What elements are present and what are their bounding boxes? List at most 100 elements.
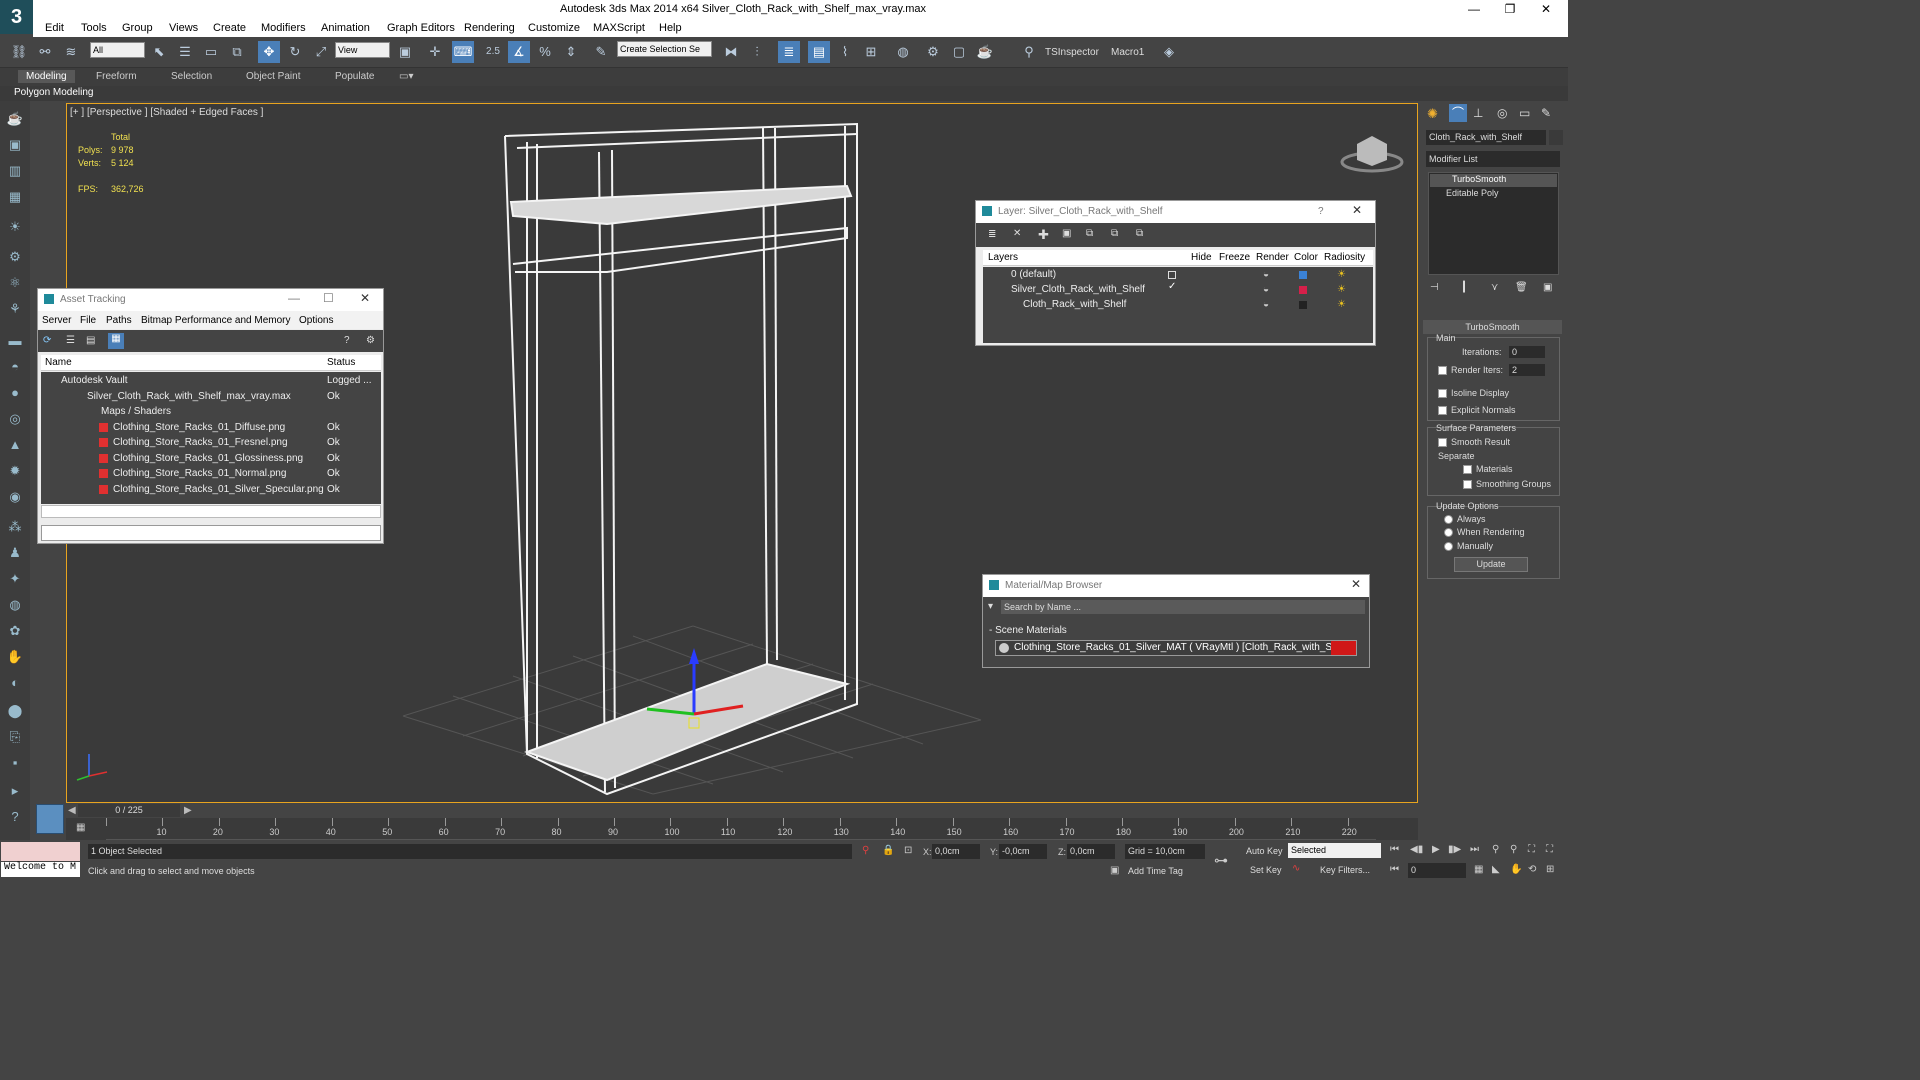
menu-rendering[interactable]: Rendering bbox=[464, 22, 515, 34]
options-dropdown-icon[interactable]: ▾ bbox=[988, 601, 993, 612]
menu-edit[interactable]: Edit bbox=[45, 22, 64, 34]
fov-icon[interactable]: ◣ bbox=[1492, 864, 1500, 875]
script-icon[interactable]: ⎘ bbox=[5, 727, 25, 747]
asset-row[interactable]: Clothing_Store_Racks_01_Diffuse.png bbox=[113, 422, 285, 433]
macro-label[interactable]: Macro1 bbox=[1111, 47, 1144, 58]
stack-item-editable-poly[interactable]: Editable Poly bbox=[1430, 188, 1557, 201]
track-bar-icon[interactable]: ▦ bbox=[76, 822, 85, 833]
explicit-normals-checkbox[interactable] bbox=[1438, 406, 1447, 415]
when-rendering-radio[interactable] bbox=[1444, 528, 1453, 537]
key-mode-toggle-icon[interactable]: ⏮ bbox=[1390, 864, 1399, 875]
key-mode-icon[interactable]: ∿ bbox=[1292, 863, 1300, 874]
render-setup-icon[interactable]: ⚙ bbox=[922, 41, 944, 63]
column-freeze[interactable]: Freeze bbox=[1219, 252, 1250, 263]
cylinder-icon[interactable]: ▥ bbox=[5, 161, 25, 181]
new-layer-icon[interactable]: ≣ bbox=[988, 229, 996, 240]
tab-selection[interactable]: Selection bbox=[171, 71, 212, 82]
close-icon[interactable]: ✕ bbox=[360, 291, 370, 305]
next-frame-icon[interactable]: ▮▶ bbox=[1448, 844, 1461, 855]
object-color-swatch[interactable] bbox=[1549, 130, 1563, 145]
zoom-all-icon[interactable]: ⚲ bbox=[1510, 844, 1517, 855]
column-name[interactable]: Name bbox=[45, 357, 72, 368]
minimize-icon[interactable]: — bbox=[288, 291, 300, 305]
plane-icon[interactable]: ▬ bbox=[5, 331, 25, 351]
zoom-icon[interactable]: ⚲ bbox=[1492, 844, 1499, 855]
close-icon[interactable]: ✕ bbox=[1352, 203, 1362, 217]
menu-group[interactable]: Group bbox=[122, 22, 153, 34]
menu-animation[interactable]: Animation bbox=[321, 22, 370, 34]
render-frame-icon[interactable]: ▢ bbox=[948, 41, 970, 63]
asset-menu-options[interactable]: Options bbox=[299, 315, 333, 326]
column-status[interactable]: Status bbox=[327, 357, 355, 368]
current-frame-field[interactable]: 0 bbox=[1408, 863, 1466, 878]
zoom-extents-icon[interactable]: ⛶ bbox=[1528, 844, 1535, 855]
ref-coord-dropdown[interactable]: View bbox=[335, 42, 390, 58]
menu-customize[interactable]: Customize bbox=[528, 22, 580, 34]
set-key-icon[interactable]: ⊶ bbox=[1214, 852, 1228, 869]
column-color[interactable]: Color bbox=[1294, 252, 1318, 263]
materials-checkbox[interactable] bbox=[1463, 465, 1472, 474]
asset-row[interactable]: Silver_Cloth_Rack_with_Shelf_max_vray.ma… bbox=[87, 391, 291, 402]
asset-row[interactable]: Clothing_Store_Racks_01_Silver_Specular.… bbox=[113, 484, 324, 495]
menu-views[interactable]: Views bbox=[169, 22, 198, 34]
absolute-mode-icon[interactable]: ⊡ bbox=[904, 845, 912, 856]
lock-selection-icon[interactable]: 🔒 bbox=[882, 845, 894, 856]
percent-snap-icon[interactable]: % bbox=[534, 41, 556, 63]
tab-freeform[interactable]: Freeform bbox=[96, 71, 137, 82]
time-tag-icon[interactable]: ▣ bbox=[1110, 865, 1119, 876]
align-icon[interactable]: ⫶ bbox=[746, 41, 768, 63]
select-object-icon[interactable]: ⬉ bbox=[148, 41, 170, 63]
always-radio[interactable] bbox=[1444, 515, 1453, 524]
rect-region-icon[interactable]: ▭ bbox=[200, 41, 222, 63]
asset-menu-paths[interactable]: Paths bbox=[106, 315, 132, 326]
render-icon[interactable]: ◒ bbox=[1263, 284, 1269, 295]
highlight-layer-icon[interactable]: ⧉ bbox=[1086, 228, 1093, 239]
list-icon[interactable]: ☰ bbox=[66, 335, 75, 346]
next-frame-icon[interactable]: ▶ bbox=[184, 805, 192, 816]
blue-sphere-icon[interactable]: ⬤ bbox=[5, 701, 25, 721]
menu-modifiers[interactable]: Modifiers bbox=[261, 22, 306, 34]
configure-sets-icon[interactable]: ▣ bbox=[1543, 282, 1552, 293]
add-time-tag[interactable]: Add Time Tag bbox=[1128, 866, 1183, 876]
cone-icon[interactable]: ▲ bbox=[5, 435, 25, 455]
material-search-input[interactable]: Search by Name ... bbox=[1001, 600, 1365, 614]
modify-tab-icon[interactable]: ⌒ bbox=[1449, 104, 1467, 122]
menu-graph-editors[interactable]: Graph Editors bbox=[387, 22, 455, 34]
radiosity-icon[interactable]: ☀ bbox=[1337, 269, 1346, 280]
time-slider[interactable]: ◀ 0 / 225 ▶ bbox=[66, 803, 1418, 818]
edit-named-selection-icon[interactable]: ✎ bbox=[590, 41, 612, 63]
app-logo-icon[interactable]: 3 bbox=[0, 0, 33, 34]
select-scale-icon[interactable]: ⤢ bbox=[310, 41, 332, 63]
asset-path-field[interactable] bbox=[41, 525, 381, 541]
options-icon[interactable]: ⚙ bbox=[366, 335, 375, 346]
snap-toggle-icon[interactable]: 2.5 bbox=[482, 41, 504, 63]
grid-icon[interactable]: ▦ bbox=[5, 187, 25, 207]
modifier-list-dropdown[interactable]: Modifier List bbox=[1426, 151, 1560, 167]
box-icon[interactable]: ▣ bbox=[5, 135, 25, 155]
object-name-field[interactable]: Cloth_Rack_with_Shelf bbox=[1426, 130, 1546, 145]
helper-icon[interactable]: ⚛ bbox=[5, 273, 25, 293]
welcome-field[interactable]: Welcome to M bbox=[1, 862, 80, 877]
column-hide[interactable]: Hide bbox=[1191, 252, 1212, 263]
iterations-spinner[interactable]: 0 bbox=[1509, 346, 1545, 358]
layer-manager-icon[interactable]: ≣ bbox=[778, 41, 800, 63]
macro-icon[interactable]: ◈ bbox=[1158, 41, 1180, 63]
asset-menu-file[interactable]: File bbox=[80, 315, 96, 326]
x-coordinate-field[interactable]: 0,0cm bbox=[932, 844, 980, 859]
asset-row[interactable]: Clothing_Store_Racks_01_Fresnel.png bbox=[113, 437, 288, 448]
schematic-view-icon[interactable]: ⊞ bbox=[860, 41, 882, 63]
layer-color-swatch[interactable] bbox=[1299, 286, 1307, 294]
table-view-icon[interactable]: ▦ bbox=[108, 333, 124, 349]
dome-icon[interactable]: ◓ bbox=[5, 357, 25, 377]
lion-icon[interactable]: ◐ bbox=[5, 673, 25, 693]
isoline-checkbox[interactable] bbox=[1438, 389, 1447, 398]
maxscript-listener[interactable] bbox=[1, 842, 80, 861]
close-icon[interactable]: ✕ bbox=[1534, 2, 1558, 18]
sphere-icon[interactable]: ● bbox=[5, 383, 25, 403]
time-config-icon[interactable]: ▦ bbox=[1474, 864, 1483, 875]
thumbnail-icon[interactable]: ▤ bbox=[86, 335, 95, 346]
stack-item-turbosmooth[interactable]: TurboSmooth bbox=[1430, 174, 1557, 187]
menu-tools[interactable]: Tools bbox=[81, 22, 107, 34]
select-by-name-icon[interactable]: ☰ bbox=[174, 41, 196, 63]
mirror-icon[interactable]: ⧓ bbox=[720, 41, 742, 63]
